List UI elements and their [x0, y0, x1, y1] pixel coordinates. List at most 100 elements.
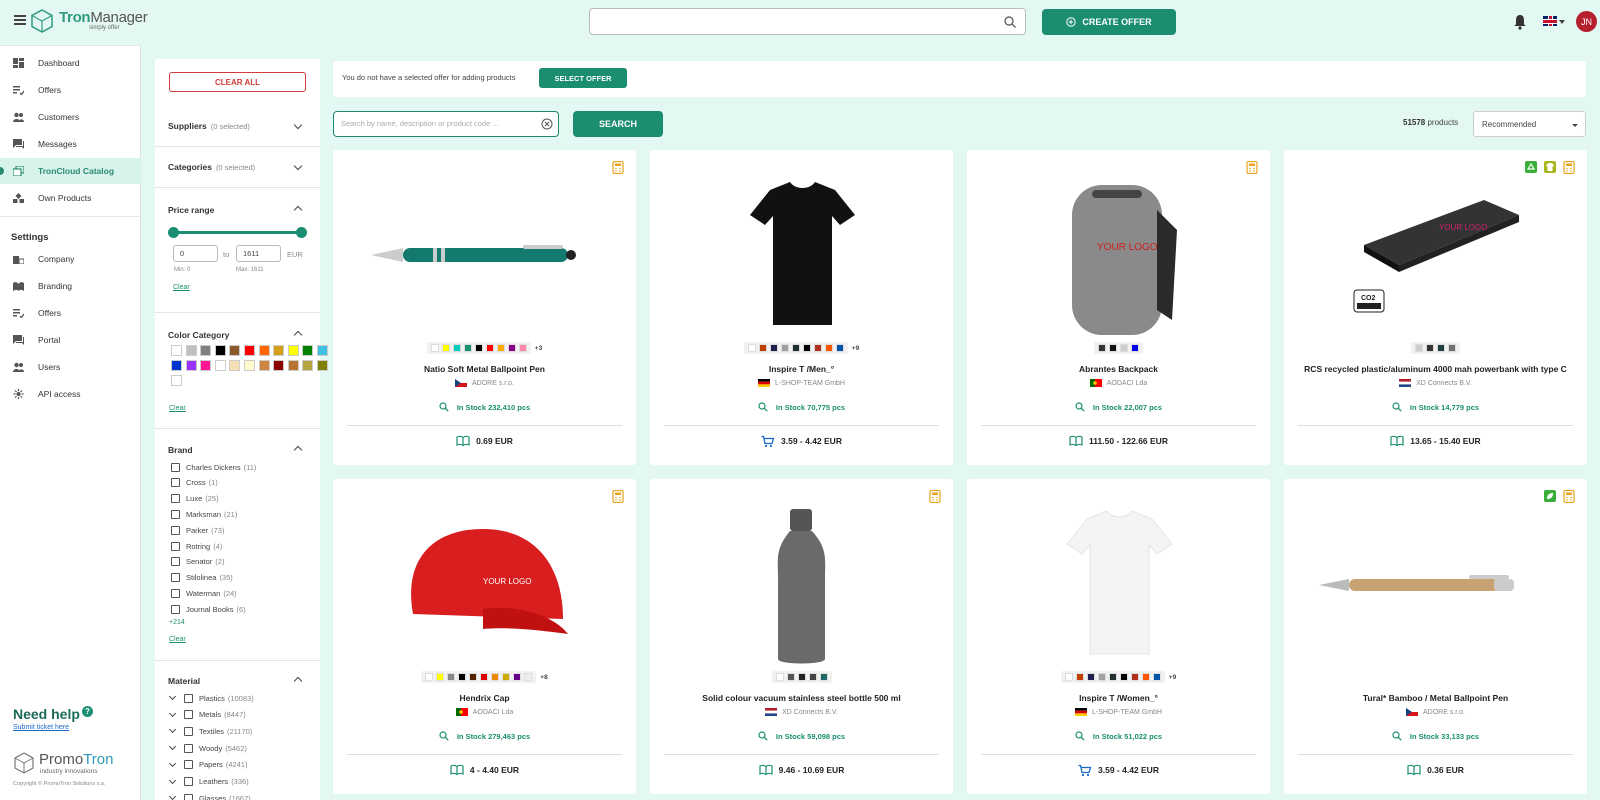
- product-color-swatch[interactable]: [791, 344, 800, 352]
- product-color-swatch[interactable]: [480, 673, 489, 681]
- product-color-swatch[interactable]: [469, 673, 478, 681]
- chevron-down-icon[interactable]: [168, 692, 177, 701]
- product-color-swatch[interactable]: [502, 673, 511, 681]
- product-price[interactable]: 0.69 EUR: [333, 435, 636, 447]
- product-price[interactable]: 3.59 - 4.42 EUR: [650, 435, 953, 447]
- product-color-swatch[interactable]: [430, 344, 439, 352]
- product-color-swatch[interactable]: [436, 673, 445, 681]
- checkbox[interactable]: [171, 478, 180, 488]
- product-image[interactable]: YOUR LOGO CO2: [1284, 160, 1587, 335]
- search-button[interactable]: SEARCH: [573, 111, 663, 137]
- product-image[interactable]: [650, 489, 953, 664]
- chevron-down-icon[interactable]: [293, 161, 303, 171]
- product-card[interactable]: Tural* Bamboo / Metal Ballpoint Pen ADORE…: [1284, 479, 1587, 794]
- more-colors[interactable]: +3: [535, 345, 542, 352]
- language-dropdown-icon[interactable]: [1559, 20, 1565, 24]
- brand-option[interactable]: Stilolinea (35): [171, 572, 233, 584]
- color-swatch[interactable]: [258, 360, 270, 371]
- product-card[interactable]: YOUR LOGO CO2 RCS recycled plastic/aluminu…: [1284, 150, 1587, 465]
- product-color-swatch[interactable]: [758, 344, 767, 352]
- checkbox[interactable]: [184, 760, 193, 770]
- product-card[interactable]: YOUR LOGO Abrantes Backpack AODACI Lda In S…: [967, 150, 1270, 465]
- product-color-swatch[interactable]: [485, 344, 494, 352]
- chevron-up-icon[interactable]: [293, 676, 303, 686]
- hamburger-menu-icon[interactable]: [14, 15, 26, 25]
- sidebar-item-portal[interactable]: Portal: [0, 327, 141, 353]
- product-color-swatch[interactable]: [491, 673, 500, 681]
- product-color-swatch[interactable]: [496, 344, 505, 352]
- color-swatch[interactable]: [273, 360, 285, 371]
- product-color-swatch[interactable]: [441, 344, 450, 352]
- product-color-swatch[interactable]: [458, 673, 467, 681]
- sidebar-item-company[interactable]: Company: [0, 246, 141, 272]
- suppliers-filter-toggle[interactable]: Suppliers (0 selected): [168, 121, 250, 131]
- more-colors[interactable]: +8: [540, 674, 547, 681]
- color-swatch[interactable]: [317, 360, 328, 371]
- product-color-swatch[interactable]: [1097, 673, 1106, 681]
- brand-option[interactable]: Parker (73): [171, 524, 224, 536]
- color-swatch[interactable]: [258, 345, 270, 356]
- product-color-swatch[interactable]: [507, 344, 516, 352]
- product-color-swatch[interactable]: [780, 344, 789, 352]
- color-swatch[interactable]: [287, 345, 299, 356]
- sidebar-item-troncloud-catalog[interactable]: TronCloud Catalog: [0, 158, 141, 184]
- checkbox[interactable]: [184, 743, 193, 753]
- product-color-swatch[interactable]: [775, 673, 784, 681]
- checkbox[interactable]: [184, 726, 193, 736]
- sidebar-item-offers[interactable]: Offers: [0, 77, 141, 103]
- product-color-swatch[interactable]: [1064, 673, 1073, 681]
- product-color-swatch[interactable]: [1108, 673, 1117, 681]
- product-color-swatch[interactable]: [425, 673, 434, 681]
- product-price[interactable]: 0.36 EUR: [1284, 764, 1587, 776]
- global-search-input[interactable]: [589, 8, 1026, 35]
- product-color-swatch[interactable]: [452, 344, 461, 352]
- sidebar-item-api-access[interactable]: API access: [0, 381, 141, 407]
- user-avatar[interactable]: JN: [1576, 11, 1597, 32]
- color-swatch[interactable]: [171, 345, 182, 356]
- create-offer-button[interactable]: CREATE OFFER: [1042, 9, 1176, 35]
- product-image[interactable]: [650, 160, 953, 335]
- product-price[interactable]: 9.46 - 10.69 EUR: [650, 764, 953, 776]
- material-option[interactable]: Textiles (21170): [168, 725, 252, 737]
- product-color-swatch[interactable]: [786, 673, 795, 681]
- sidebar-item-branding[interactable]: Branding: [0, 273, 141, 299]
- product-color-swatch[interactable]: [1131, 344, 1139, 352]
- product-color-swatch[interactable]: [1426, 344, 1434, 352]
- notification-bell-icon[interactable]: [1512, 13, 1528, 31]
- product-price[interactable]: 13.65 - 15.40 EUR: [1284, 435, 1587, 447]
- color-swatch[interactable]: [185, 345, 197, 356]
- categories-filter-toggle[interactable]: Categories (0 selected): [168, 162, 255, 172]
- product-name[interactable]: Solid colour vacuum stainless steel bott…: [650, 693, 953, 703]
- chevron-down-icon[interactable]: [168, 776, 177, 784]
- product-color-swatch[interactable]: [835, 344, 844, 352]
- color-swatch[interactable]: [214, 345, 226, 356]
- chevron-up-icon[interactable]: [293, 445, 303, 455]
- brand-option[interactable]: Waterman (24): [171, 587, 237, 599]
- product-card[interactable]: +3 Natio Soft Metal Ballpoint Pen ADORE s.…: [333, 150, 636, 465]
- product-stock[interactable]: In Stock 51,022 pcs: [967, 731, 1270, 741]
- product-stock[interactable]: In Stock 279,463 pcs: [333, 731, 636, 741]
- brand-heading[interactable]: Brand: [168, 445, 193, 455]
- product-search-input[interactable]: [341, 119, 531, 128]
- product-stock[interactable]: In Stock 33,133 pcs: [1284, 731, 1587, 741]
- material-option[interactable]: Plastics (10083): [168, 692, 254, 704]
- product-color-swatch[interactable]: [463, 344, 472, 352]
- product-search-field[interactable]: [333, 111, 559, 137]
- chevron-down-icon[interactable]: [293, 120, 303, 130]
- color-category-heading[interactable]: Color Category: [168, 330, 229, 340]
- product-color-swatch[interactable]: [797, 673, 806, 681]
- checkbox[interactable]: [184, 710, 193, 720]
- price-slider-track[interactable]: [173, 231, 301, 234]
- product-stock[interactable]: In Stock 70,775 pcs: [650, 402, 953, 412]
- product-stock[interactable]: In Stock 232,410 pcs: [333, 402, 636, 412]
- product-color-swatch[interactable]: [802, 344, 811, 352]
- brand-option[interactable]: Luxe (25): [171, 493, 219, 505]
- color-swatch[interactable]: [185, 360, 197, 371]
- product-color-swatch[interactable]: [824, 344, 833, 352]
- color-swatch[interactable]: [171, 360, 182, 371]
- submit-ticket-link[interactable]: Submit ticket here: [13, 724, 69, 731]
- material-option[interactable]: Woody (5462): [168, 742, 247, 754]
- more-colors[interactable]: +9: [852, 345, 859, 352]
- product-color-swatch[interactable]: [524, 673, 533, 681]
- product-color-swatch[interactable]: [1152, 673, 1161, 681]
